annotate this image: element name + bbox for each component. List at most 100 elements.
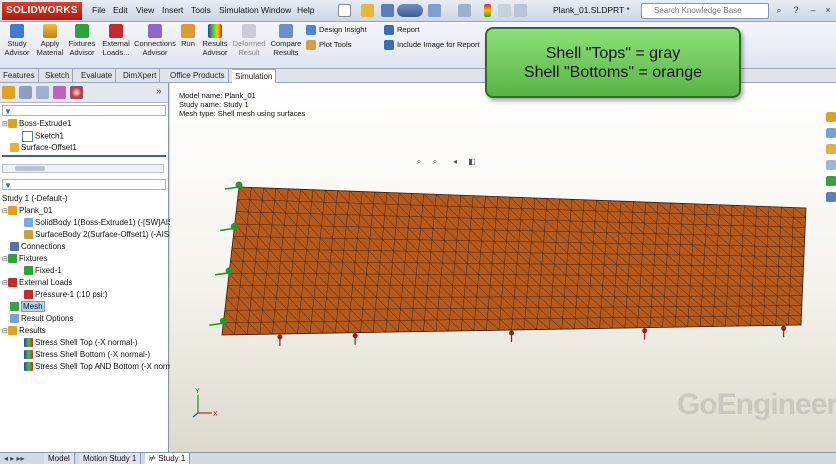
view-palette-icon[interactable]: [826, 160, 836, 170]
solidworks-logo[interactable]: SOLIDWORKS: [2, 2, 82, 20]
configuration-manager-tab-icon[interactable]: [36, 86, 49, 99]
external-loads-label: External Loads...: [102, 39, 130, 57]
tab-scroll-arrows-icon[interactable]: ◂ ▸ ▸▸: [4, 453, 25, 464]
plot-tools-button[interactable]: Plot Tools: [306, 40, 351, 50]
connections-advisor-button[interactable]: Connections Advisor: [134, 24, 176, 57]
study-filter-input[interactable]: ▼: [2, 179, 166, 190]
part-icon: [8, 206, 17, 215]
pressure-arrow: [353, 333, 358, 345]
tree-item-mesh[interactable]: Mesh: [10, 302, 45, 312]
search-icon[interactable]: ⌕: [771, 4, 787, 17]
feature-filter-input[interactable]: ▼: [2, 105, 166, 116]
save-icon[interactable]: [381, 4, 394, 17]
close-icon[interactable]: ×: [820, 4, 836, 17]
pressure-arrow: [277, 334, 282, 346]
sketch-icon: [22, 131, 33, 142]
fixed-geometry-icon: [24, 266, 33, 275]
minimize-icon[interactable]: –: [805, 4, 821, 17]
pressure-arrow-head: [642, 328, 647, 333]
menu-file[interactable]: File: [92, 5, 106, 15]
tree-item-fixed[interactable]: Fixed-1: [24, 266, 62, 276]
tree-item-sketch[interactable]: Sketch1: [22, 131, 64, 142]
tab-motion-study[interactable]: Motion Study 1: [79, 453, 141, 464]
appearances-icon[interactable]: [826, 176, 836, 186]
tree-item-result-stress-top[interactable]: Stress Shell Top (-X normal-): [24, 338, 138, 348]
apply-material-button[interactable]: Apply Material: [35, 24, 65, 57]
menu-tools[interactable]: Tools: [191, 5, 211, 15]
pressure-arrow-head: [781, 326, 786, 331]
tab-evaluate[interactable]: Evaluate: [78, 69, 116, 83]
tab-office-products[interactable]: Office Products: [167, 69, 229, 83]
help-icon[interactable]: ?: [788, 4, 804, 17]
include-image-button[interactable]: Include Image for Report: [384, 40, 480, 50]
tree-item-solid-body[interactable]: SolidBody 1(Boss-Extrude1) (-[SW]AIS: [24, 218, 173, 228]
tab-features[interactable]: Features: [0, 69, 39, 83]
tree-item-result-stress-top-bottom[interactable]: Stress Shell Top AND Bottom (-X norm: [24, 362, 172, 372]
tree-item-plank[interactable]: ⊟Plank_01: [2, 206, 52, 217]
menu-edit[interactable]: Edit: [113, 5, 128, 15]
tab-study-1[interactable]: ⊭ Study 1: [145, 453, 190, 464]
new-document-icon[interactable]: [338, 4, 351, 17]
menu-help[interactable]: Help: [297, 5, 314, 15]
tab-model[interactable]: Model: [44, 453, 75, 464]
tree-item-boss-extrude[interactable]: ⊟Boss-Extrude1: [2, 119, 71, 130]
tab-sketch[interactable]: Sketch: [42, 69, 73, 83]
results-plot-icon: [208, 24, 222, 38]
tree-item-fixtures[interactable]: ⊟Fixtures: [2, 254, 47, 265]
file-explorer-icon[interactable]: [826, 144, 836, 154]
display-manager-tab-icon[interactable]: [70, 86, 83, 99]
rebuild-traffic-light-icon[interactable]: [484, 4, 491, 17]
tree-item-surface-body[interactable]: SurfaceBody 2(Surface-Offset1) (-AISI: [24, 230, 171, 240]
graphics-viewport[interactable]: Model name: Plank_01 Study name: Study 1…: [170, 83, 836, 452]
apply-material-label: Apply Material: [37, 39, 64, 57]
undo-icon[interactable]: [428, 4, 441, 17]
tree-item-pressure[interactable]: Pressure-1 (:10 psi:): [24, 290, 107, 300]
run-button[interactable]: Run: [179, 24, 197, 48]
resources-icon[interactable]: [826, 112, 836, 122]
results-advisor-button[interactable]: Results Advisor: [200, 24, 230, 57]
coordinate-triad[interactable]: Y X: [193, 388, 218, 418]
select-cursor-icon[interactable]: [458, 4, 471, 17]
file-properties-icon[interactable]: [498, 4, 511, 17]
menu-window[interactable]: Window: [261, 5, 291, 15]
fixtures-icon: [8, 254, 17, 263]
panel-divider[interactable]: [2, 155, 166, 157]
menu-insert[interactable]: Insert: [162, 5, 183, 15]
study-advisor-button[interactable]: Study Advisor: [2, 24, 32, 57]
tree-item-external-loads[interactable]: ⊟External Loads: [2, 278, 72, 289]
tree-item-result-stress-bottom[interactable]: Stress Shell Bottom (-X normal-): [24, 350, 150, 360]
tab-dimxpert[interactable]: DimXpert: [120, 69, 160, 83]
external-loads-button[interactable]: External Loads...: [100, 24, 132, 57]
horizontal-scrollbar[interactable]: [2, 164, 164, 173]
compare-results-button[interactable]: Compare Results: [270, 24, 302, 57]
menu-simulation[interactable]: Simulation: [219, 5, 259, 15]
fixtures-advisor-button[interactable]: Fixtures Advisor: [67, 24, 97, 57]
expand-panel-icon[interactable]: »: [156, 86, 162, 97]
tree-item-results[interactable]: ⊟Results: [2, 326, 46, 337]
deformed-result-button[interactable]: Deformed Result: [232, 24, 266, 57]
tree-item-result-options[interactable]: Result Options: [10, 314, 73, 324]
tree-item-study[interactable]: Study 1 (-Default-): [2, 194, 67, 204]
custom-properties-icon[interactable]: [826, 192, 836, 202]
feature-manager-tab-icon[interactable]: [2, 86, 15, 99]
tab-simulation[interactable]: Simulation: [232, 69, 276, 83]
tree-item-surface-offset[interactable]: Surface-Offset1: [10, 143, 77, 153]
part-label: Plank_01: [19, 206, 52, 215]
scrollbar-thumb[interactable]: [15, 166, 45, 171]
compare-results-icon: [279, 24, 293, 38]
search-knowledge-base-input[interactable]: Search Knowledge Base: [641, 3, 769, 19]
result-1-label: Stress Shell Top (-X normal-): [35, 338, 138, 347]
results-advisor-label: Results Advisor: [202, 39, 227, 57]
design-library-icon[interactable]: [826, 128, 836, 138]
study-tab-icon: ⊭: [149, 454, 158, 463]
report-button[interactable]: Report: [384, 25, 420, 35]
options-icon[interactable]: [514, 4, 527, 17]
tree-item-connections[interactable]: Connections: [10, 242, 65, 252]
property-manager-tab-icon[interactable]: [19, 86, 32, 99]
print-icon[interactable]: [397, 4, 423, 17]
design-insight-button[interactable]: Design Insight: [306, 25, 367, 35]
menu-view[interactable]: View: [136, 5, 154, 15]
dimxpert-tab-icon[interactable]: [53, 86, 66, 99]
sketch-label: Sketch1: [35, 132, 64, 141]
open-folder-icon[interactable]: [361, 4, 374, 17]
